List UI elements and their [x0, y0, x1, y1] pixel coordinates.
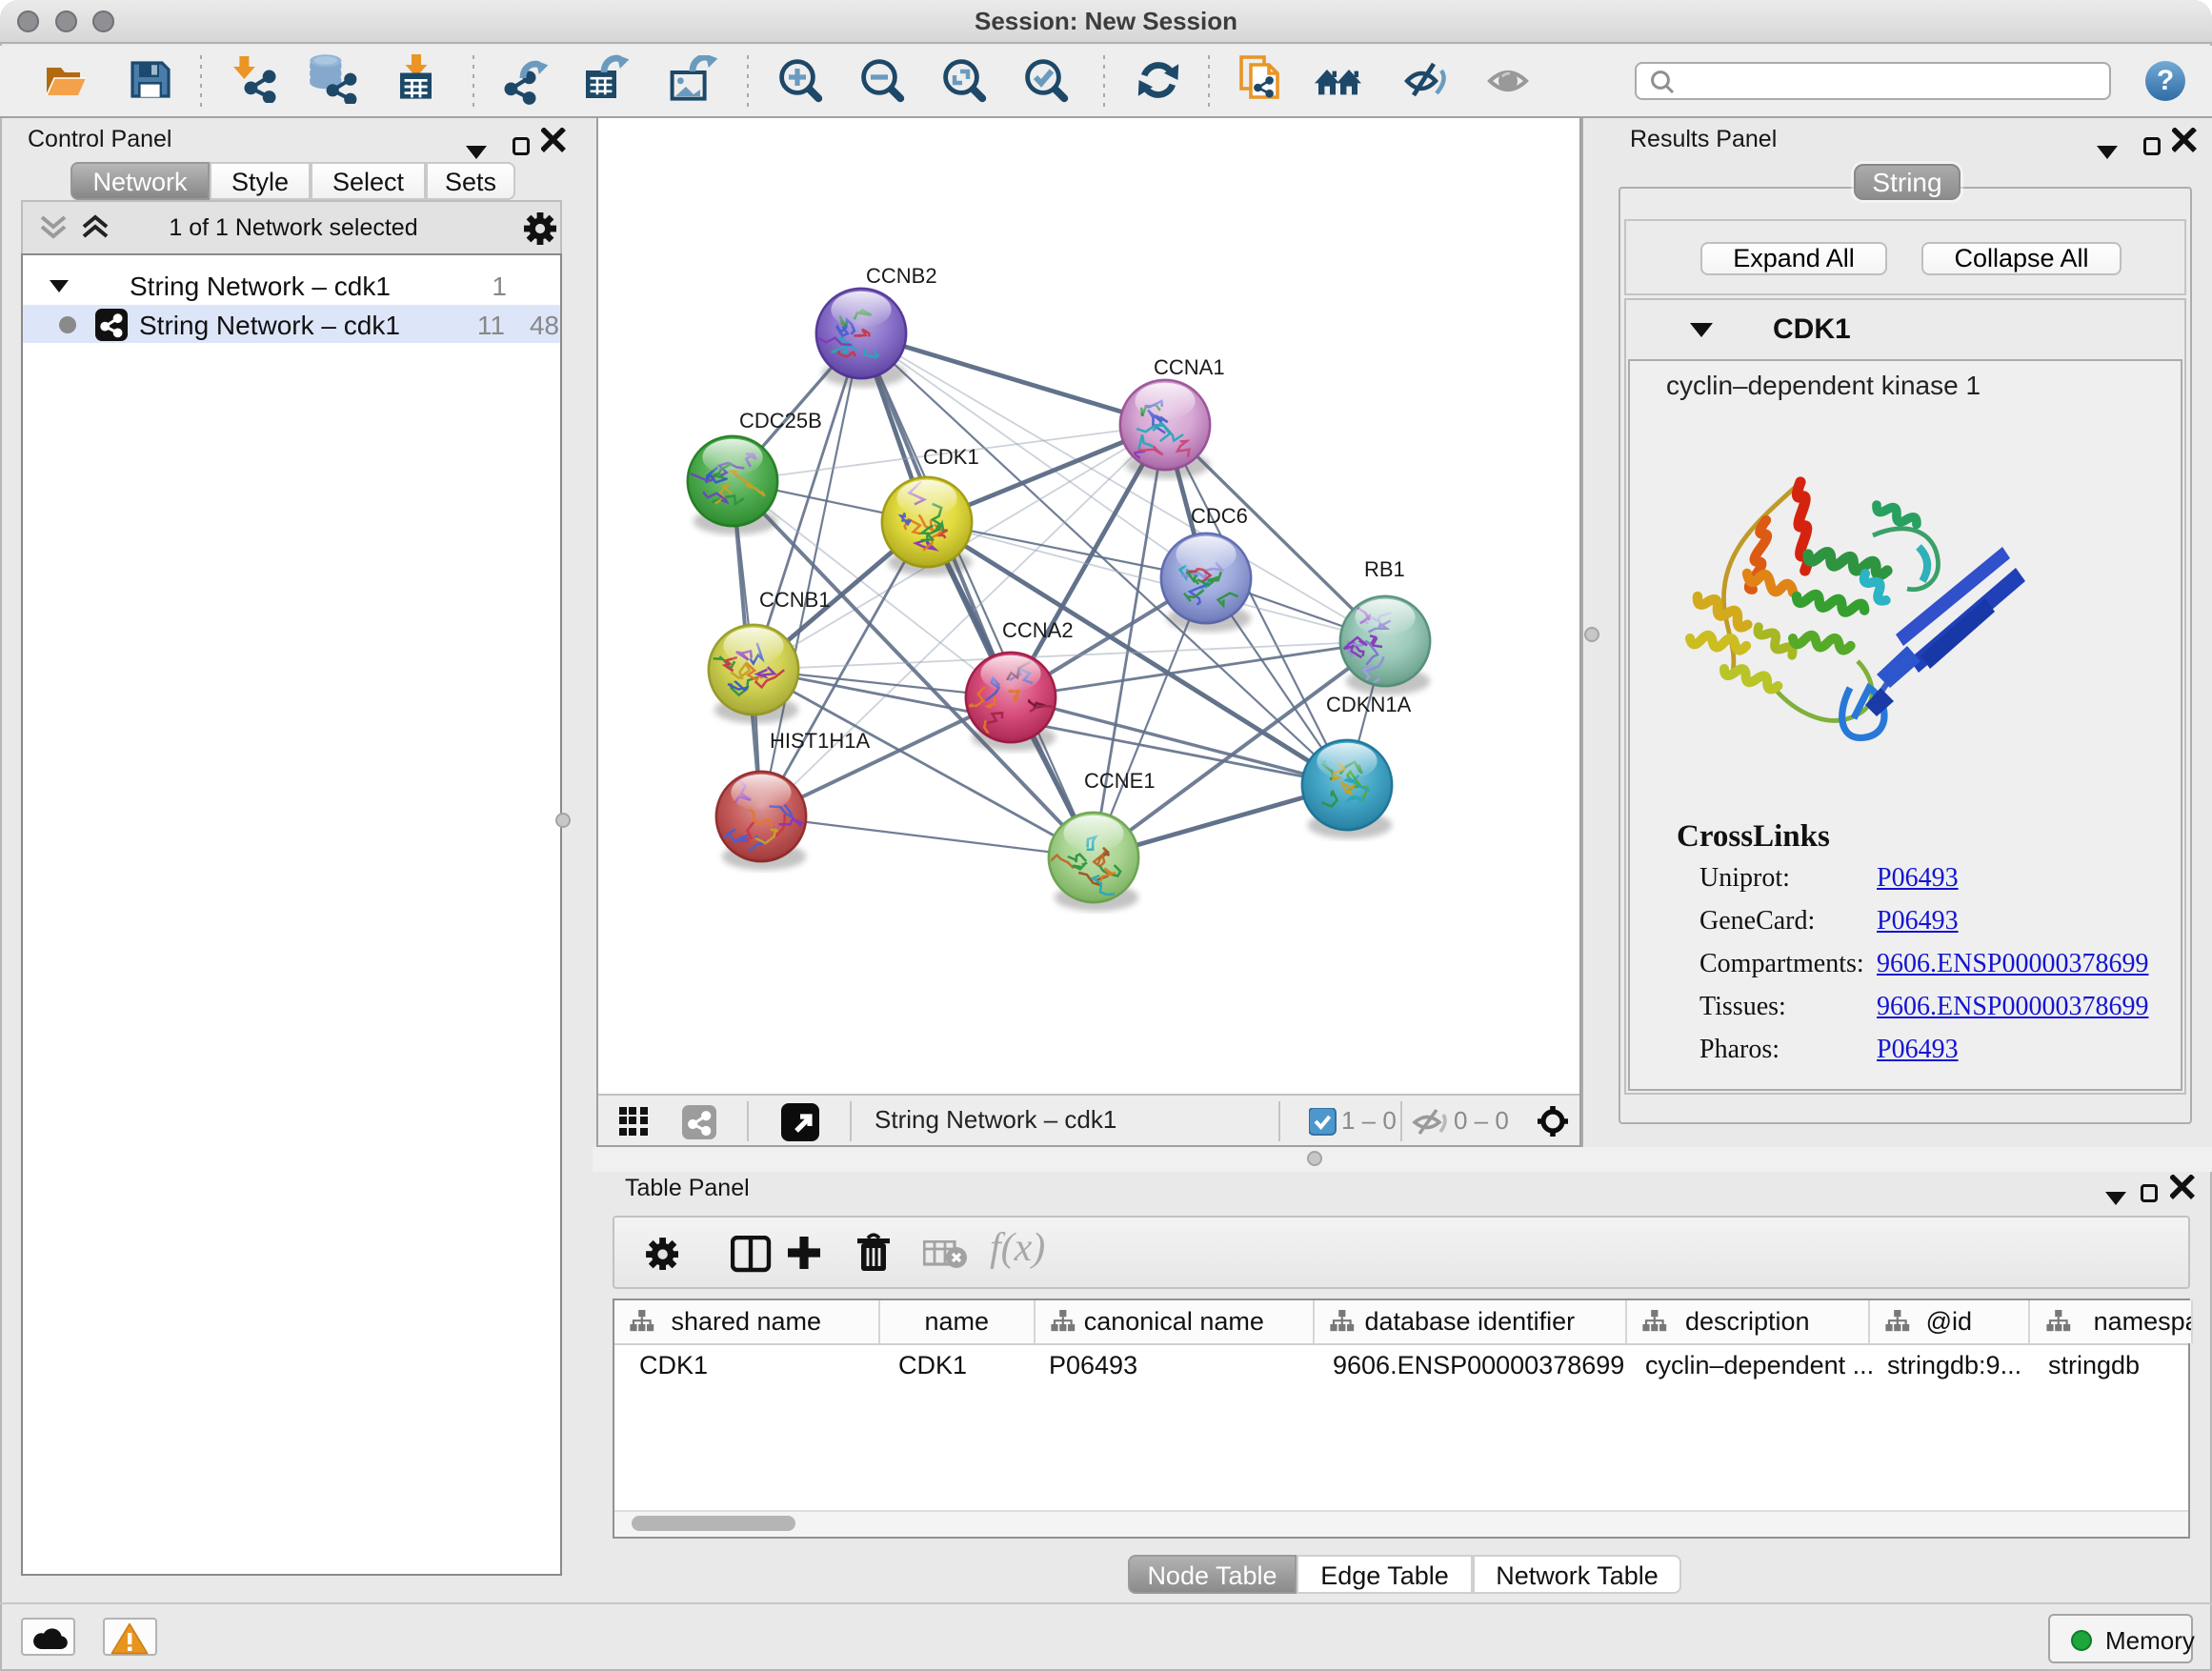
svg-text:CDKN1A: CDKN1A — [1326, 693, 1412, 716]
svg-text:CCNE1: CCNE1 — [1084, 769, 1156, 793]
svg-text:CCNA1: CCNA1 — [1154, 355, 1225, 379]
svg-text:HIST1H1A: HIST1H1A — [770, 729, 870, 753]
svg-text:RB1: RB1 — [1364, 557, 1405, 581]
svg-text:CDK1: CDK1 — [923, 445, 979, 469]
svg-text:CCNA2: CCNA2 — [1002, 618, 1074, 642]
svg-text:CCNB1: CCNB1 — [759, 588, 831, 612]
svg-text:CDC25B: CDC25B — [739, 409, 822, 433]
svg-text:CCNB2: CCNB2 — [866, 264, 937, 288]
svg-text:CDC6: CDC6 — [1191, 504, 1248, 528]
